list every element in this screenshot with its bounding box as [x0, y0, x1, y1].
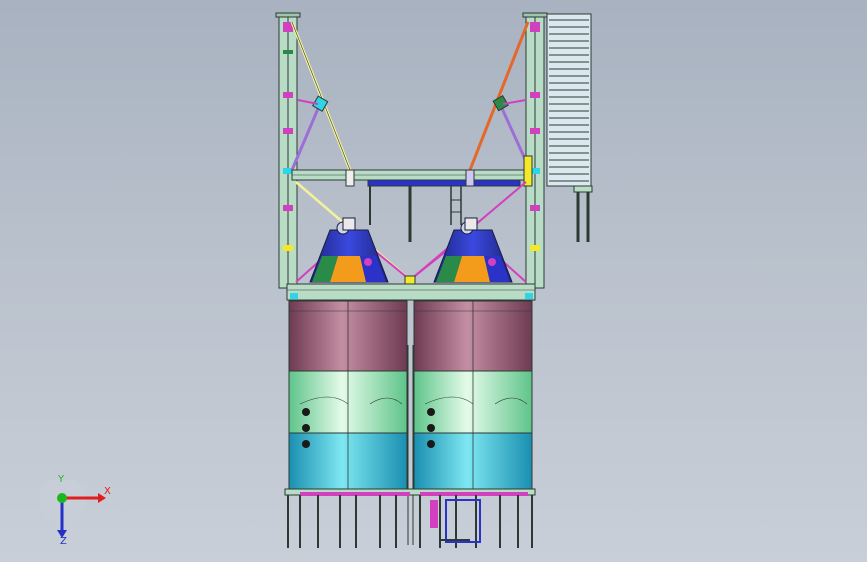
- silo-deck[interactable]: [286, 283, 536, 301]
- base-support-frame[interactable]: [284, 488, 536, 548]
- right-silo-tank[interactable]: [413, 300, 533, 490]
- cad-viewport[interactable]: X Y Z: [0, 0, 867, 562]
- right-tower-column[interactable]: [522, 12, 548, 289]
- y-axis-marker: [57, 493, 67, 503]
- z-axis-label: Z: [60, 536, 67, 547]
- coordinate-triad: X Y Z: [38, 474, 120, 550]
- silo-assembly-model[interactable]: [0, 0, 867, 562]
- mid-platform[interactable]: [291, 155, 533, 242]
- y-axis-label: Y: [58, 474, 65, 485]
- staircase[interactable]: [546, 13, 593, 242]
- upper-braces: [290, 21, 532, 171]
- left-tower-column[interactable]: [275, 12, 301, 289]
- central-ladder: [407, 345, 414, 545]
- left-silo-tank[interactable]: [288, 300, 408, 490]
- x-axis-label: X: [104, 486, 111, 497]
